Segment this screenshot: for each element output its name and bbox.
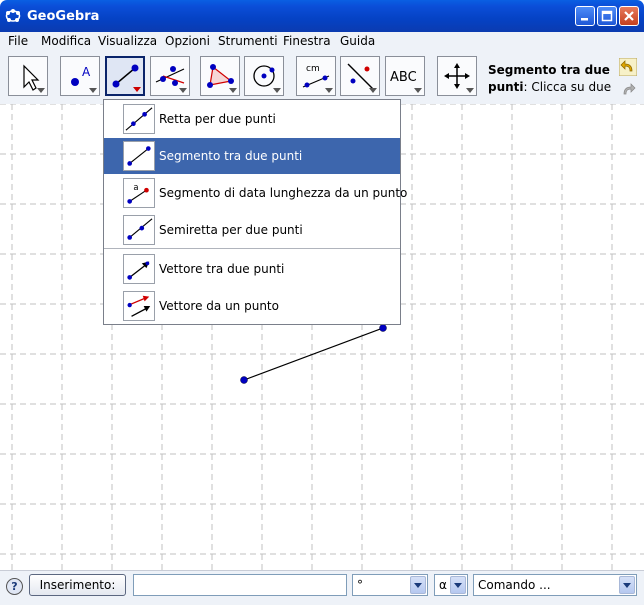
perpendicular-tool-button[interactable] — [150, 56, 190, 96]
vector-from-point-icon — [123, 291, 155, 321]
chevron-down-icon[interactable] — [410, 576, 426, 594]
geogebra-app-icon — [5, 9, 21, 22]
dropdown-item-ray[interactable]: Semiretta per due punti — [104, 212, 400, 248]
dropdown-item-vector-from-point[interactable]: Vettore da un punto — [104, 288, 400, 324]
menu-strumenti[interactable]: Strumenti — [218, 34, 278, 48]
polygon-tool-button[interactable] — [200, 56, 240, 96]
toolbar: A cm ABC Segmento tra due punti: Clicca … — [0, 51, 644, 105]
minimize-icon — [581, 18, 588, 21]
move-tool-button[interactable] — [8, 56, 48, 96]
dropdown-item-label: Segmento tra due punti — [159, 149, 303, 163]
text-tool-button[interactable]: ABC — [385, 56, 425, 96]
window-title: GeoGebra — [27, 9, 100, 24]
segment-two-points-icon — [123, 141, 155, 171]
greek-symbol-dropdown[interactable]: α — [434, 574, 468, 596]
ray-two-points-icon — [123, 215, 155, 245]
degree-symbol-value: ° — [357, 578, 363, 592]
vector-two-points-icon — [123, 254, 155, 284]
degree-symbol-dropdown[interactable]: ° — [352, 574, 428, 596]
point-b[interactable] — [379, 324, 387, 332]
dropdown-item-label: Semiretta per due punti — [159, 223, 303, 237]
tool-help-description: : Clicca su due ... — [523, 80, 616, 94]
dropdown-item-label: Vettore da un punto — [159, 299, 279, 313]
dropdown-separator — [104, 248, 400, 249]
minimize-button[interactable] — [575, 6, 595, 26]
circle-tool-button[interactable] — [244, 56, 284, 96]
chevron-down-icon[interactable] — [619, 576, 635, 594]
menu-visualizza[interactable]: Visualizza — [98, 34, 157, 48]
menu-finestra[interactable]: Finestra — [283, 34, 331, 48]
help-icon[interactable]: ? — [6, 578, 23, 595]
menu-modifica[interactable]: Modifica — [41, 34, 91, 48]
tool-help-title: Segmento tra due — [488, 63, 610, 77]
measure-tool-button[interactable]: cm — [296, 56, 336, 96]
close-icon — [624, 11, 634, 21]
measure-tool-label: cm — [306, 64, 320, 74]
input-field[interactable] — [133, 574, 347, 596]
redo-icon[interactable] — [619, 81, 637, 99]
dropdown-item-label: Vettore tra due punti — [159, 262, 285, 276]
dropdown-item-segment[interactable]: Segmento tra due punti — [104, 138, 400, 174]
segment-tools-dropdown: Retta per due punti Segmento tra due pun… — [103, 99, 407, 325]
segment-length-icon-letter: a — [133, 182, 138, 192]
title-bar: GeoGebra — [0, 0, 644, 32]
maximize-button[interactable] — [597, 6, 617, 26]
segment-given-length-icon: a — [123, 178, 155, 208]
menu-guida[interactable]: Guida — [340, 34, 375, 48]
point-tool-button[interactable]: A — [60, 56, 100, 96]
segment-tool-button[interactable] — [105, 56, 145, 96]
dropdown-item-line[interactable]: Retta per due punti — [104, 101, 400, 137]
tool-help-text: Segmento tra due punti: Clicca su due ..… — [488, 62, 616, 96]
command-dropdown[interactable]: Comando ... — [473, 574, 637, 596]
reflect-tool-button[interactable] — [340, 56, 380, 96]
text-tool-label: ABC — [390, 70, 417, 85]
chevron-down-icon[interactable] — [450, 576, 466, 594]
dropdown-item-label: Segmento di data lunghezza da un punto — [159, 186, 408, 200]
point-a[interactable] — [240, 376, 248, 384]
line-through-two-points-icon — [123, 104, 155, 134]
dropdown-item-label: Retta per due punti — [159, 112, 276, 126]
greek-symbol-value: α — [439, 578, 447, 592]
move-view-tool-button[interactable] — [437, 56, 477, 96]
menu-bar: File Modifica Visualizza Opzioni Strumen… — [0, 32, 644, 51]
menu-file[interactable]: File — [8, 34, 28, 48]
undo-icon[interactable] — [619, 58, 637, 76]
input-button[interactable]: Inserimento: — [29, 574, 126, 596]
tool-help-title-2: punti — [488, 80, 524, 94]
close-button[interactable] — [619, 6, 639, 26]
dropdown-item-segment-length[interactable]: a Segmento di data lunghezza da un punto — [104, 175, 407, 211]
maximize-icon — [601, 10, 613, 22]
command-placeholder: Comando ... — [478, 578, 551, 592]
menu-opzioni[interactable]: Opzioni — [165, 34, 210, 48]
input-bar: ? Inserimento: ° α Comando ... — [0, 570, 644, 605]
dropdown-item-vector[interactable]: Vettore tra due punti — [104, 251, 400, 287]
geogebra-window: GeoGebra File Modifica Visualizza Opzion… — [0, 0, 644, 605]
svg-text:A: A — [82, 65, 91, 79]
